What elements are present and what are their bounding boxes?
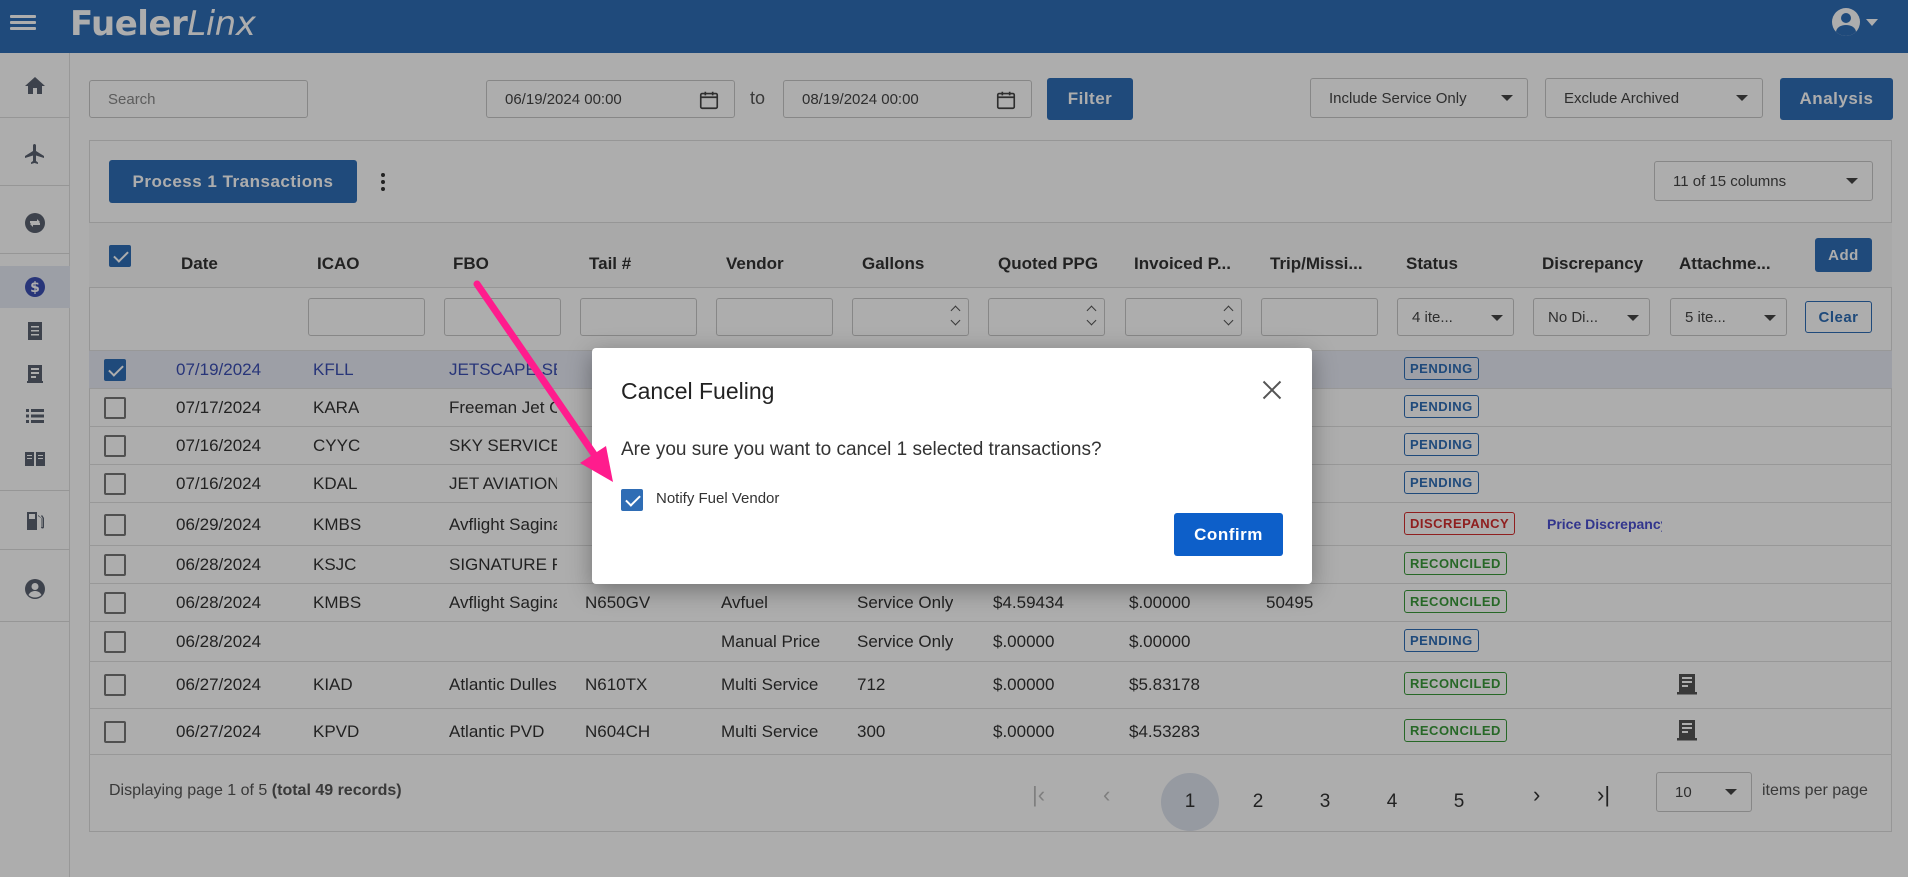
notify-fuel-vendor-label[interactable]: Notify Fuel Vendor	[656, 490, 779, 507]
dialog-title: Cancel Fueling	[621, 378, 775, 404]
notify-fuel-vendor-checkbox[interactable]	[621, 489, 643, 511]
cancel-fueling-dialog: Cancel Fueling Are you sure you want to …	[592, 348, 1312, 584]
close-icon[interactable]	[1260, 378, 1284, 402]
dialog-message: Are you sure you want to cancel 1 select…	[621, 439, 1102, 460]
confirm-button[interactable]: Confirm	[1174, 513, 1283, 556]
